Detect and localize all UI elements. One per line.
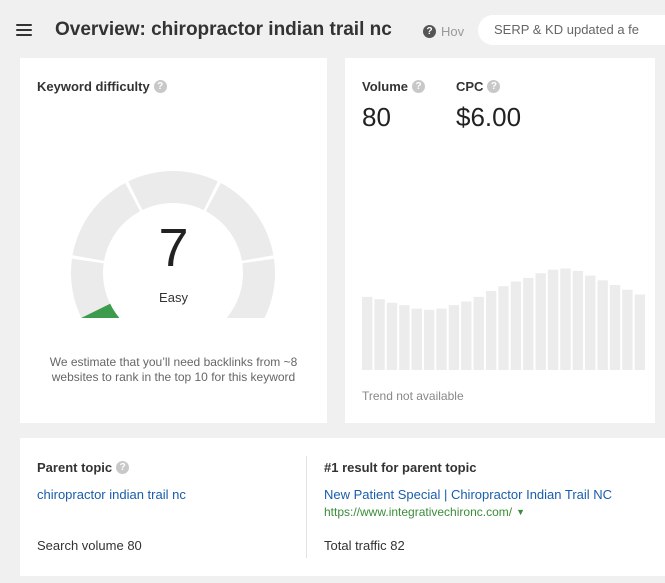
- how-link-label: Hov: [441, 24, 465, 39]
- trend-bar: [523, 277, 534, 370]
- volume-cpc-card: Volume? CPC? 80 $6.00 Trend not availabl…: [345, 58, 655, 423]
- trend-note: Trend not available: [362, 389, 464, 403]
- trend-bar: [461, 301, 472, 370]
- menu-icon[interactable]: [16, 24, 32, 36]
- trend-bar: [572, 270, 584, 370]
- trend-bar: [362, 296, 373, 370]
- trend-bar: [609, 285, 621, 370]
- top-result-url[interactable]: https://www.integrativechironc.com/▼: [324, 505, 525, 519]
- serp-update-status: SERP & KD updated a fe: [478, 15, 665, 45]
- top-result-traffic: Total traffic 82: [324, 538, 405, 553]
- trend-bar: [374, 299, 385, 370]
- kd-rating: Easy: [159, 290, 188, 305]
- trend-bar: [423, 309, 435, 370]
- gauge-segment: [128, 171, 218, 211]
- parent-topic-search-volume: Search volume 80: [37, 538, 142, 553]
- trend-bar: [498, 286, 509, 370]
- trend-bar: [560, 268, 571, 370]
- trend-bar: [634, 294, 645, 370]
- parent-topic-label: Parent topic?: [37, 460, 130, 475]
- trend-bar: [585, 275, 596, 370]
- how-to-use-link[interactable]: ? Hov: [423, 24, 464, 39]
- top-result-label: #1 result for parent topic: [324, 460, 477, 475]
- trend-bar: [399, 305, 410, 370]
- kd-note: We estimate that you’ll need backlinks f…: [49, 355, 298, 384]
- parent-topic-label-text: Parent topic: [37, 460, 113, 475]
- top-result-url-text: https://www.integrativechironc.com/: [324, 505, 513, 519]
- parent-topic-help-icon[interactable]: ?: [116, 461, 130, 475]
- kd-help-icon[interactable]: ?: [153, 80, 167, 94]
- trend-bar: [622, 289, 633, 370]
- overview-header: Overview: chiropractor indian trail nc ?…: [0, 0, 665, 58]
- trend-bar: [386, 302, 398, 370]
- trend-bar: [510, 281, 522, 370]
- kd-label: Keyword difficulty?: [37, 79, 167, 94]
- trend-chart: [362, 268, 645, 370]
- trend-bar: [473, 296, 484, 370]
- parent-topic-link[interactable]: chiropractor indian trail nc: [37, 487, 186, 502]
- divider: [306, 456, 307, 558]
- trend-bar: [535, 273, 546, 370]
- trend-bar: [448, 305, 460, 370]
- trend-bar: [547, 269, 559, 370]
- trend-bar: [436, 308, 447, 370]
- keyword-difficulty-card: Keyword difficulty? 7 Easy We estimate t…: [20, 58, 327, 423]
- trend-bar: [485, 290, 497, 370]
- help-icon: ?: [423, 25, 436, 39]
- trend-bar: [411, 308, 422, 370]
- page-title: Overview: chiropractor indian trail nc: [55, 19, 392, 40]
- kd-label-text: Keyword difficulty: [37, 79, 150, 94]
- caret-down-icon[interactable]: ▼: [516, 507, 525, 517]
- trend-bar: [597, 280, 608, 370]
- top-result-title-link[interactable]: New Patient Special | Chiropractor India…: [324, 487, 612, 502]
- parent-topic-card: Parent topic? chiropractor indian trail …: [20, 438, 665, 576]
- kd-value: 7: [158, 218, 189, 278]
